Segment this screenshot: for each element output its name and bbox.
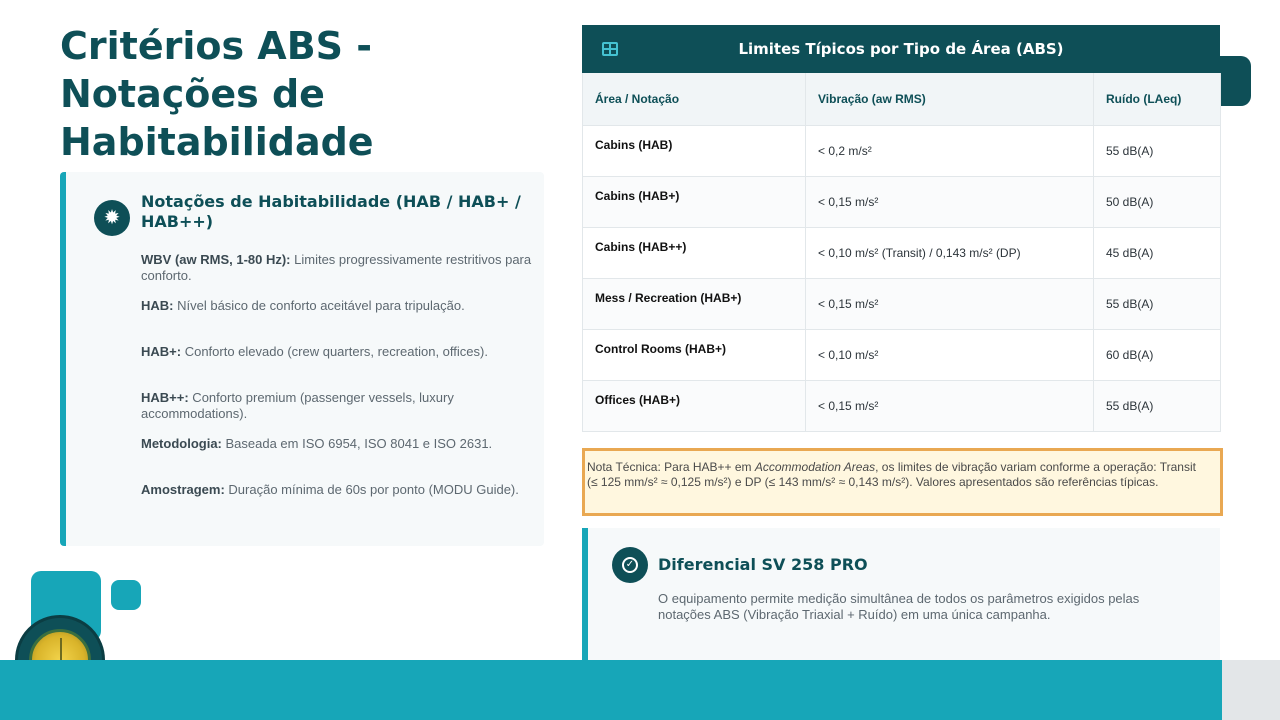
cell-area: Offices (HAB+) — [582, 379, 806, 431]
cell-noise: 50 dB(A) — [1093, 175, 1221, 227]
table-row: Cabins (HAB) < 0,2 m/s² 55 dB(A) — [582, 124, 1221, 176]
column-header-area: Área / Notação — [582, 73, 806, 125]
technical-note: Nota Técnica: Para HAB++ em Accommodatio… — [582, 448, 1223, 516]
criterion-label: Metodologia: — [141, 436, 222, 451]
table-row: Offices (HAB+) < 0,15 m/s² 55 dB(A) — [582, 379, 1221, 431]
criterion-wbv: WBV (aw RMS, 1-80 Hz): Limites progressi… — [141, 252, 541, 284]
habitability-card-title: Notações de Habitabilidade (HAB / HAB+ /… — [141, 192, 521, 231]
cell-area: Control Rooms (HAB+) — [582, 328, 806, 380]
differential-card: ✓ Diferencial SV 258 PRO O equipamento p… — [582, 528, 1220, 660]
differential-text: O equipamento permite medição simultânea… — [658, 591, 1140, 622]
gear-icon: ✹ — [94, 200, 130, 236]
habitability-card: ✹ Notações de Habitabilidade (HAB / HAB+… — [60, 172, 544, 546]
cell-noise: 55 dB(A) — [1093, 124, 1221, 176]
criterion-hab: HAB: Nível básico de conforto aceitável … — [141, 298, 541, 314]
cell-noise: 55 dB(A) — [1093, 277, 1221, 329]
criterion-label: HAB++: — [141, 390, 189, 405]
criterion-sampling: Amostragem: Duração mínima de 60s por po… — [141, 482, 541, 498]
criterion-text: Conforto premium (passenger vessels, lux… — [141, 390, 454, 421]
cell-area: Cabins (HAB++) — [582, 226, 806, 278]
column-header-vibration: Vibração (aw RMS) — [805, 73, 1094, 125]
cell-area: Cabins (HAB) — [582, 124, 806, 176]
table-row: Control Rooms (HAB+) < 0,10 m/s² 60 dB(A… — [582, 328, 1221, 380]
check-circle-icon: ✓ — [612, 547, 648, 583]
cell-vibration: < 0,15 m/s² — [805, 277, 1094, 329]
limits-table: Área / Notação Vibração (aw RMS) Ruído (… — [582, 73, 1221, 432]
table-title: Limites Típicos por Tipo de Área (ABS) — [738, 40, 1064, 58]
table-icon — [602, 42, 618, 56]
cell-noise: 55 dB(A) — [1093, 379, 1221, 431]
footer-corner — [1222, 660, 1280, 720]
criterion-label: Amostragem: — [141, 482, 225, 497]
cell-vibration: < 0,15 m/s² — [805, 379, 1094, 431]
decorative-square-small — [111, 580, 141, 610]
criterion-label: HAB: — [141, 298, 174, 313]
cell-area: Mess / Recreation (HAB+) — [582, 277, 806, 329]
table-row: Mess / Recreation (HAB+) < 0,15 m/s² 55 … — [582, 277, 1221, 329]
cell-area: Cabins (HAB+) — [582, 175, 806, 227]
table-header-bar: Limites Típicos por Tipo de Área (ABS) — [582, 25, 1220, 73]
criterion-text: Baseada em ISO 6954, ISO 8041 e ISO 2631… — [221, 436, 493, 451]
cell-vibration: < 0,10 m/s² — [805, 328, 1094, 380]
limits-table-panel: Limites Típicos por Tipo de Área (ABS) Á… — [582, 25, 1221, 432]
table-header-row: Área / Notação Vibração (aw RMS) Ruído (… — [582, 73, 1221, 125]
differential-title: Diferencial SV 258 PRO — [658, 555, 868, 574]
cell-vibration: < 0,2 m/s² — [805, 124, 1094, 176]
cell-noise: 45 dB(A) — [1093, 226, 1221, 278]
table-row: Cabins (HAB++) < 0,10 m/s² (Transit) / 0… — [582, 226, 1221, 278]
criterion-text: Nível básico de conforto aceitável para … — [173, 298, 465, 313]
criterion-text: Conforto elevado (crew quarters, recreat… — [181, 344, 488, 359]
criterion-label: WBV (aw RMS, 1-80 Hz): — [141, 252, 291, 267]
criterion-hab-plus-plus: HAB++: Conforto premium (passenger vesse… — [141, 390, 541, 422]
criterion-text: Duração mínima de 60s por ponto (MODU Gu… — [224, 482, 519, 497]
cell-vibration: < 0,10 m/s² (Transit) / 0,143 m/s² (DP) — [805, 226, 1094, 278]
cell-noise: 60 dB(A) — [1093, 328, 1221, 380]
criterion-methodology: Metodologia: Baseada em ISO 6954, ISO 80… — [141, 436, 541, 452]
cell-vibration: < 0,15 m/s² — [805, 175, 1094, 227]
criterion-hab-plus: HAB+: Conforto elevado (crew quarters, r… — [141, 344, 541, 360]
column-header-noise: Ruído (LAeq) — [1093, 73, 1221, 125]
criterion-label: HAB+: — [141, 344, 182, 359]
note-prefix: Nota Técnica: Para HAB++ em — [587, 460, 755, 474]
table-row: Cabins (HAB+) < 0,15 m/s² 50 dB(A) — [582, 175, 1221, 227]
page-title: Critérios ABS - Notações de Habitabilida… — [60, 24, 374, 164]
note-emphasis: Accommodation Areas — [754, 460, 876, 474]
footer-bar — [0, 660, 1222, 720]
